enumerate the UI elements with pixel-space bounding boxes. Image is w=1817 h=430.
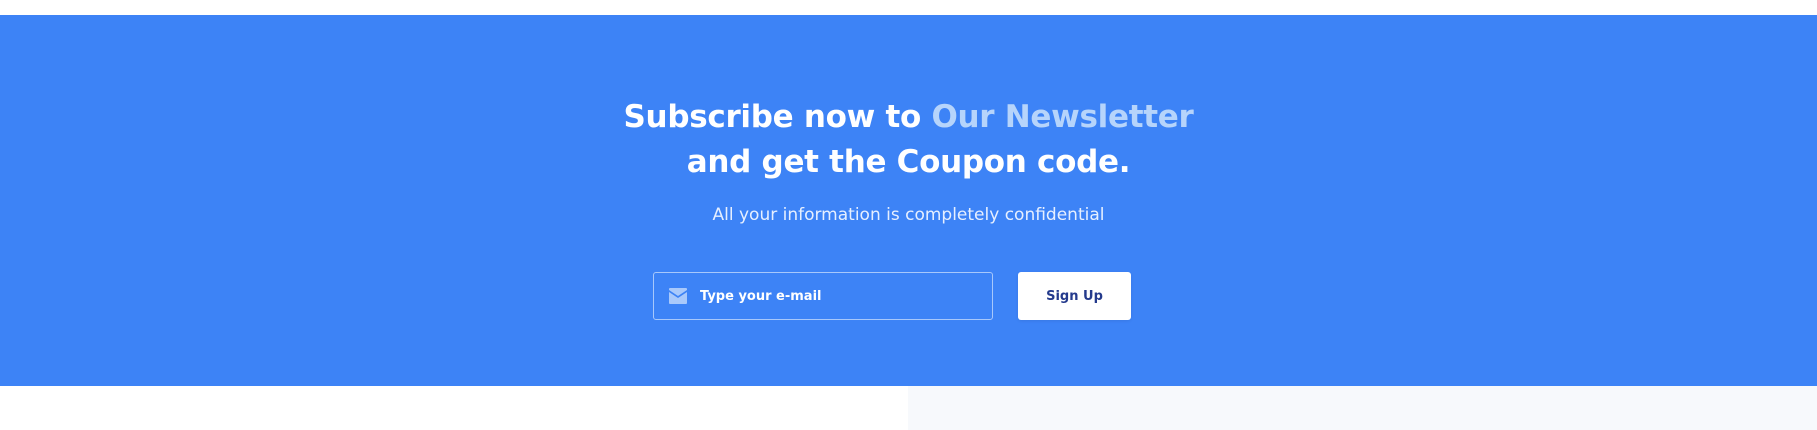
newsletter-section: Subscribe now to Our Newsletter and get … (0, 15, 1817, 386)
sign-up-button[interactable]: Sign Up (1018, 272, 1131, 320)
newsletter-heading: Subscribe now to Our Newsletter and get … (0, 95, 1817, 185)
bottom-left-area (0, 386, 908, 430)
heading-accent-text: Our Newsletter (931, 99, 1194, 135)
heading-line1-prefix: Subscribe now to (623, 99, 932, 135)
email-field[interactable] (653, 272, 993, 320)
heading-line2: and get the Coupon code. (686, 144, 1131, 180)
envelope-icon (668, 288, 688, 304)
confidential-note: All your information is completely confi… (712, 205, 1105, 225)
page: Subscribe now to Our Newsletter and get … (0, 0, 1817, 430)
bottom-right-panel (908, 386, 1817, 430)
email-input[interactable] (700, 288, 970, 304)
top-strip (0, 0, 1817, 15)
